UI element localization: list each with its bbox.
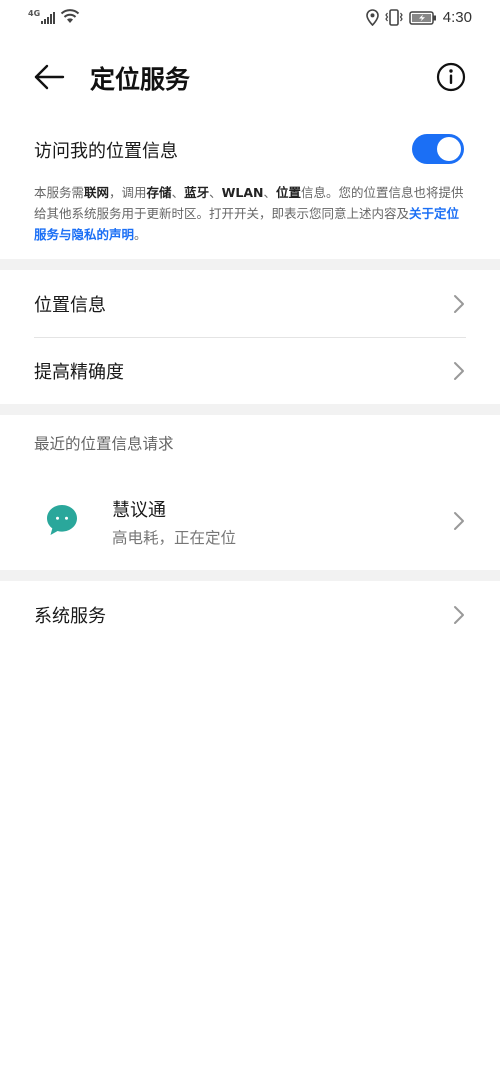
chat-bubble-icon: [47, 505, 77, 535]
system-services-row[interactable]: 系统服务: [0, 582, 500, 648]
status-bar: 4G 4:30: [0, 0, 500, 36]
clock: 4:30: [442, 9, 472, 26]
signal-icon: [41, 12, 56, 24]
location-access-row: 访问我的位置信息: [0, 130, 500, 170]
section-gap: [0, 570, 500, 581]
app-name: 慧议通: [112, 500, 166, 521]
chevron-right-icon: [454, 362, 464, 380]
section-gap: [0, 259, 500, 270]
status-left: 4G: [28, 8, 80, 24]
system-services-label: 系统服务: [34, 606, 106, 627]
arrow-left-icon: [34, 64, 65, 90]
status-right: 4:30: [365, 9, 472, 26]
desc-emphasis: 联网: [84, 185, 110, 200]
wifi-icon: [60, 9, 80, 23]
back-button[interactable]: [32, 62, 66, 92]
vibrate-icon: [385, 9, 403, 26]
improve-accuracy-label: 提高精确度: [34, 362, 124, 383]
desc-emphasis: 位置: [276, 185, 302, 200]
chevron-right-icon: [454, 606, 464, 624]
toggle-knob: [437, 137, 461, 161]
chevron-right-icon: [454, 295, 464, 313]
page-title: 定位服务: [90, 65, 191, 94]
desc-emphasis: 存储: [146, 185, 172, 200]
location-access-label: 访问我的位置信息: [34, 141, 178, 162]
desc-text: 。: [134, 227, 147, 242]
section-gap: [0, 404, 500, 415]
improve-accuracy-row[interactable]: 提高精确度: [0, 338, 500, 404]
desc-text: 、: [263, 185, 277, 200]
desc-text: 、: [209, 185, 222, 200]
battery-charging-icon: [409, 10, 436, 25]
desc-emphasis: 蓝牙: [184, 185, 210, 200]
location-service-description: 本服务需联网，调用存储、蓝牙、WLAN、位置信息。您的位置信息也将提供给其他系统…: [34, 182, 470, 245]
app-status: 高电耗，正在定位: [112, 529, 237, 547]
desc-text: ，调用: [109, 185, 147, 200]
chevron-right-icon: [454, 512, 464, 530]
location-pin-icon: [365, 9, 379, 26]
info-circle-icon: [436, 62, 466, 92]
desc-text: 本服务需: [34, 185, 85, 200]
desc-emphasis: WLAN: [221, 185, 264, 200]
recent-requests-title: 最近的位置信息请求: [34, 435, 174, 453]
location-info-label: 位置信息: [34, 295, 106, 316]
recent-app-row[interactable]: 慧议通 高电耗，正在定位: [0, 478, 500, 564]
info-button[interactable]: [436, 62, 466, 92]
location-info-row[interactable]: 位置信息: [0, 271, 500, 337]
header: 定位服务: [0, 52, 500, 104]
location-access-toggle[interactable]: [412, 134, 464, 164]
desc-text: 、: [171, 185, 185, 200]
network-type-label: 4G: [28, 9, 41, 18]
